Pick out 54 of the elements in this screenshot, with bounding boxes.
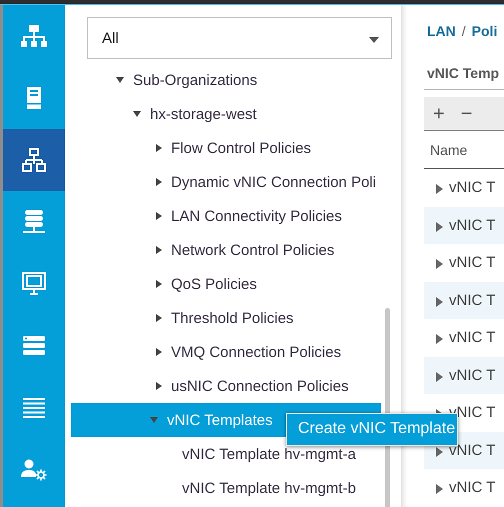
caret-right-icon[interactable]: [436, 484, 443, 494]
network-icon: [22, 148, 46, 172]
tree-item[interactable]: usNIC Connection Policies: [71, 369, 381, 403]
section-title: vNIC Temp: [427, 65, 500, 81]
list-icon: [23, 398, 45, 418]
table-cell: vNIC T: [449, 179, 496, 196]
caret-right-icon[interactable]: [156, 246, 162, 254]
caret-down-icon[interactable]: [116, 77, 124, 83]
caret-right-icon[interactable]: [156, 212, 162, 220]
table-cell: vNIC T: [449, 329, 496, 346]
tree-item[interactable]: vNIC Template hv-mgmt-b: [71, 471, 381, 505]
tree-item[interactable]: Threshold Policies: [71, 301, 381, 335]
caret-right-icon[interactable]: [436, 259, 443, 270]
caret-right-icon[interactable]: [156, 348, 162, 356]
table-cell: vNIC T: [449, 479, 496, 496]
caret-right-icon[interactable]: [156, 144, 162, 152]
caret-right-icon[interactable]: [156, 280, 162, 288]
caret-right-icon[interactable]: [156, 314, 162, 322]
caret-down-icon: [369, 37, 379, 43]
dropdown-value: All: [102, 30, 119, 46]
table-cell: vNIC T: [449, 254, 496, 272]
hierarchy-icon: [21, 24, 47, 48]
tree-item[interactable]: LAN Connectivity Policies: [71, 199, 381, 233]
caret-right-icon[interactable]: [156, 178, 162, 186]
toolbar-button[interactable]: +: [428, 104, 450, 124]
tree-item[interactable]: VMQ Connection Policies: [71, 335, 381, 369]
caret-right-icon[interactable]: [156, 382, 162, 390]
breadcrumb-link[interactable]: LAN: [427, 23, 456, 39]
tree-item[interactable]: Network Control Policies: [71, 233, 381, 267]
toolbar-button[interactable]: −: [456, 104, 478, 124]
caret-right-icon[interactable]: [436, 372, 443, 382]
monitor-icon: [22, 272, 46, 296]
caret-right-icon[interactable]: [436, 184, 443, 194]
tree-item[interactable]: Dynamic vNIC Connection Poli: [71, 165, 381, 199]
tree-item[interactable]: hx-storage-west: [71, 97, 381, 131]
user-settings-icon: [21, 459, 47, 481]
nav-item[interactable]: [3, 129, 65, 191]
tree-item[interactable]: QoS Policies: [71, 267, 381, 301]
breadcrumb-separator: /: [462, 23, 466, 39]
drive-stack-icon: [23, 336, 45, 356]
tree-item[interactable]: Flow Control Policies: [71, 131, 381, 165]
caret-right-icon[interactable]: [436, 222, 443, 232]
table-cell: vNIC T: [449, 292, 496, 309]
tree-item[interactable]: Sub-Organizations: [71, 63, 381, 97]
filter-dropdown[interactable]: All: [87, 17, 392, 59]
server-icon: [26, 86, 42, 110]
table-cell: vNIC T: [449, 216, 496, 234]
breadcrumb-link[interactable]: Poli: [472, 23, 498, 39]
caret-right-icon[interactable]: [436, 334, 443, 344]
table-cell: vNIC T: [449, 366, 496, 384]
caret-right-icon[interactable]: [436, 296, 443, 307]
storage-stack-icon: [22, 210, 46, 234]
caret-down-icon[interactable]: [133, 111, 141, 117]
column-header[interactable]: Name: [430, 142, 468, 158]
